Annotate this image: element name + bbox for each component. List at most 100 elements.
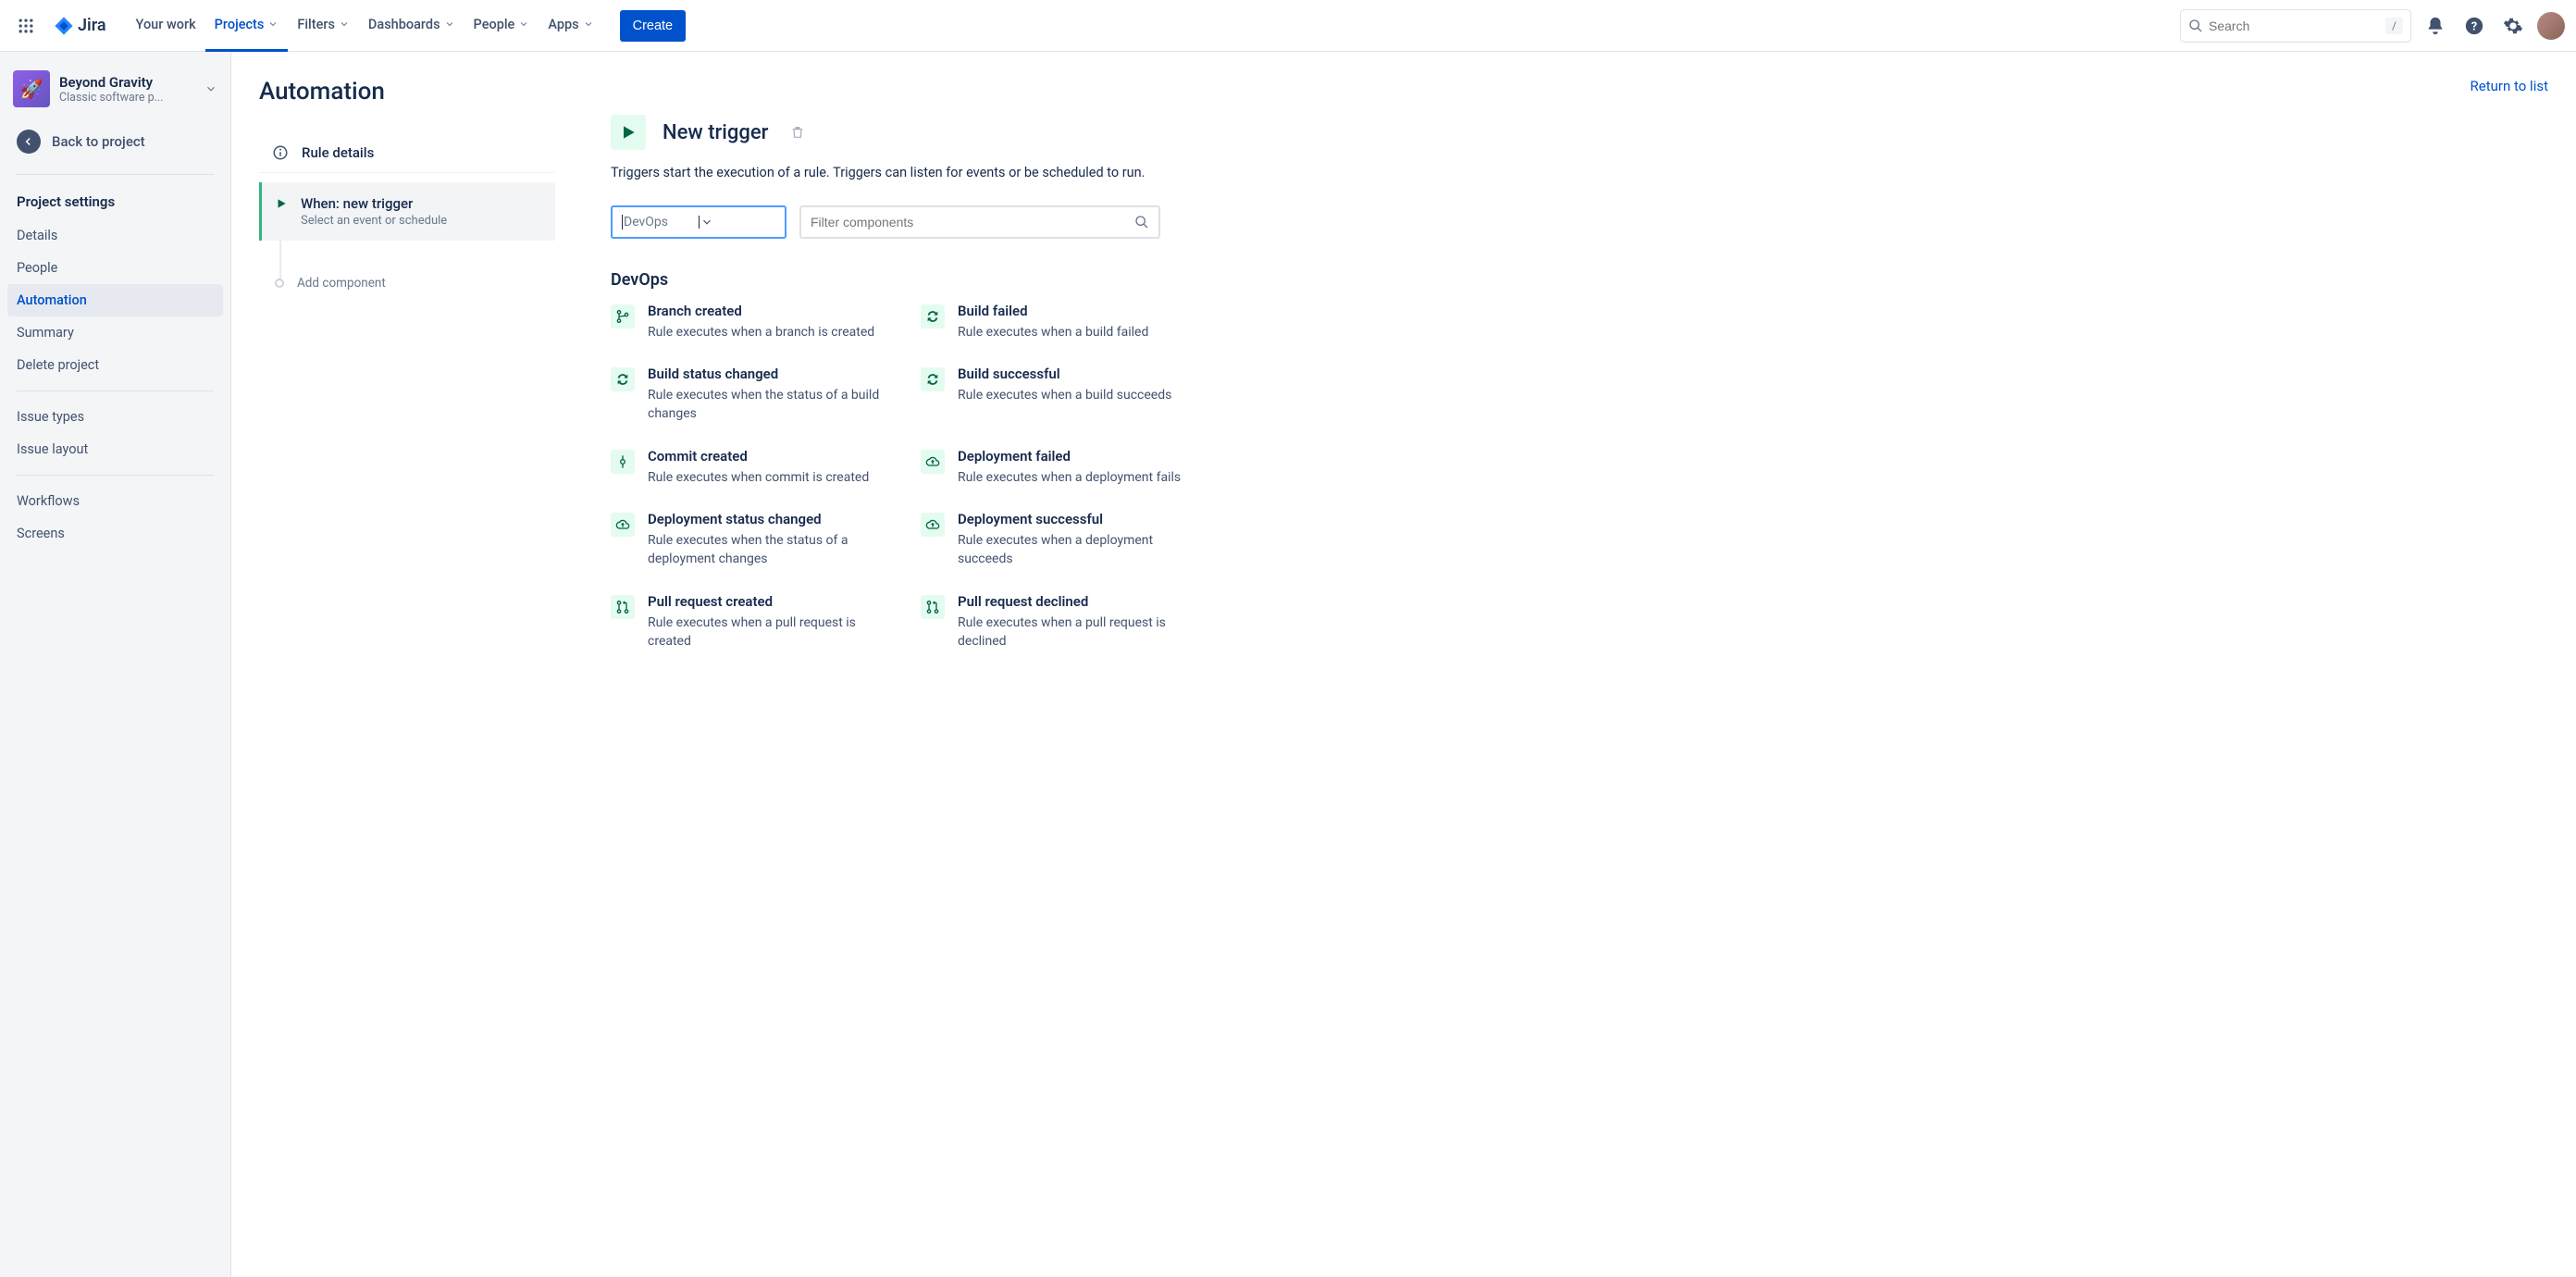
project-subtitle: Classic software p... (59, 91, 164, 105)
trigger-option-commit-created[interactable]: Commit created Rule executes when commit … (611, 448, 893, 487)
cloud-icon (921, 450, 945, 474)
trigger-card-desc: Rule executes when commit is created (648, 468, 869, 487)
nav-item-apps[interactable]: Apps (539, 0, 602, 52)
jira-logo-text: Jira (78, 16, 106, 35)
back-label: Back to project (52, 133, 145, 150)
trigger-option-pull-request-declined[interactable]: Pull request declinedRule executes when … (921, 593, 1203, 651)
sidebar-item-delete-project[interactable]: Delete project (7, 349, 223, 381)
nav-item-filters[interactable]: Filters (288, 0, 359, 52)
user-avatar[interactable] (2537, 12, 2565, 40)
add-component-link[interactable]: Add component (297, 276, 386, 291)
trigger-option-branch-created[interactable]: Branch createdRule executes when a branc… (611, 303, 893, 341)
filter-components-box[interactable] (799, 205, 1160, 239)
chevron-down-icon (583, 19, 594, 30)
chevron-down-icon[interactable] (204, 82, 217, 95)
project-header[interactable]: 🚀 Beyond Gravity Classic software p... (7, 67, 223, 118)
sidebar-item-people[interactable]: People (7, 252, 223, 284)
cycle-icon (611, 367, 635, 391)
settings-icon[interactable] (2498, 11, 2528, 41)
trigger-card-title: Deployment status changed (648, 511, 893, 527)
sidebar-item-automation[interactable]: Automation (7, 284, 223, 316)
trigger-card-desc: Rule executes when a pull request is dec… (958, 614, 1203, 651)
category-select-value: DevOps (622, 215, 699, 229)
chevron-down-icon (518, 19, 529, 30)
info-icon (272, 144, 289, 161)
cloud-icon (921, 513, 945, 537)
cycle-icon (921, 304, 945, 329)
chevron-down-icon (339, 19, 350, 30)
nav-item-label: People (474, 17, 515, 32)
nav-item-label: Filters (297, 17, 335, 32)
panel-description: Triggers start the execution of a rule. … (611, 163, 1314, 183)
trigger-card-title: Build failed (958, 303, 1148, 319)
trigger-option-pull-request-created[interactable]: Pull request created Rule executes when a… (611, 593, 893, 651)
trigger-card-title: Build status changed (648, 366, 893, 382)
commit-icon (611, 450, 635, 474)
section-title: DevOps (611, 270, 2548, 290)
trigger-card-title: Pull request created (648, 593, 893, 610)
trigger-step-sub: Select an event or schedule (301, 214, 447, 228)
trigger-card-title: Branch created (648, 303, 874, 319)
nav-item-label: Apps (548, 17, 578, 32)
search-icon (1134, 215, 1149, 229)
nav-item-projects[interactable]: Projects (205, 0, 289, 52)
pr-icon (921, 595, 945, 619)
category-select[interactable]: DevOps (611, 205, 786, 239)
search-input[interactable] (2209, 19, 2385, 33)
panel-title: New trigger (663, 121, 768, 144)
trigger-card-title: Commit created (648, 448, 869, 465)
trigger-option-build-successful[interactable]: Build successful Rule executes when a bui… (921, 366, 1203, 424)
chevron-down-icon (699, 216, 775, 229)
trigger-option-deployment-successful[interactable]: Deployment successfulRule executes when … (921, 511, 1203, 569)
search-shortcut: / (2385, 18, 2403, 34)
sidebar-item-issue-types[interactable]: Issue types (7, 401, 223, 433)
trigger-card-title: Deployment failed (958, 448, 1181, 465)
page-title: Automation (259, 78, 385, 105)
project-settings-heading: Project settings (7, 184, 223, 219)
nav-item-label: Your work (136, 17, 196, 32)
nav-item-your-work[interactable]: Your work (127, 0, 205, 52)
trigger-card-title: Deployment successful (958, 511, 1203, 527)
notifications-icon[interactable] (2421, 11, 2450, 41)
trigger-option-deployment-status-changed[interactable]: Deployment status changedRule executes w… (611, 511, 893, 569)
svg-text:?: ? (2471, 19, 2477, 33)
sidebar-item-issue-layout[interactable]: Issue layout (7, 433, 223, 465)
nav-item-dashboards[interactable]: Dashboards (359, 0, 464, 52)
sidebar-item-workflows[interactable]: Workflows (7, 485, 223, 517)
trigger-card-desc: Rule executes when a build succeeds (958, 386, 1171, 404)
delete-icon[interactable] (790, 125, 805, 140)
search-icon (2188, 19, 2203, 33)
add-dot-icon (275, 279, 284, 288)
jira-logo[interactable]: Jira (54, 16, 106, 36)
back-to-project[interactable]: Back to project (7, 118, 223, 165)
nav-item-people[interactable]: People (464, 0, 539, 52)
trigger-step[interactable]: When: new trigger Select an event or sch… (259, 182, 555, 241)
rule-details-step[interactable]: Rule details (259, 133, 555, 173)
filter-components-input[interactable] (811, 215, 1134, 229)
project-icon: 🚀 (13, 70, 50, 107)
project-sidebar: 🚀 Beyond Gravity Classic software p... B… (0, 52, 231, 1277)
back-arrow-icon (17, 130, 41, 154)
app-switcher-icon[interactable] (11, 11, 41, 41)
return-to-list-link[interactable]: Return to list (2471, 78, 2548, 94)
trigger-option-build-status-changed[interactable]: Build status changedRule executes when t… (611, 366, 893, 424)
trigger-card-desc: Rule executes when a deployment fails (958, 468, 1181, 487)
sidebar-item-summary[interactable]: Summary (7, 316, 223, 349)
search-box[interactable]: / (2180, 9, 2411, 43)
sidebar-item-details[interactable]: Details (7, 219, 223, 252)
trigger-option-build-failed[interactable]: Build failed Rule executes when a build f… (921, 303, 1203, 341)
trigger-card-title: Build successful (958, 366, 1171, 382)
create-button[interactable]: Create (620, 10, 687, 42)
pr-icon (611, 595, 635, 619)
cycle-icon (921, 367, 945, 391)
timeline-connector (279, 241, 555, 279)
trigger-card-desc: Rule executes when a pull request is cre… (648, 614, 893, 651)
sidebar-item-screens[interactable]: Screens (7, 517, 223, 550)
help-icon[interactable]: ? (2459, 11, 2489, 41)
trigger-step-title: When: new trigger (301, 195, 447, 212)
trigger-card-desc: Rule executes when a build failed (958, 323, 1148, 341)
trigger-option-deployment-failed[interactable]: Deployment failed Rule executes when a de… (921, 448, 1203, 487)
rule-details-label: Rule details (302, 144, 374, 161)
trigger-panel-icon (611, 115, 646, 150)
play-icon (275, 197, 288, 210)
